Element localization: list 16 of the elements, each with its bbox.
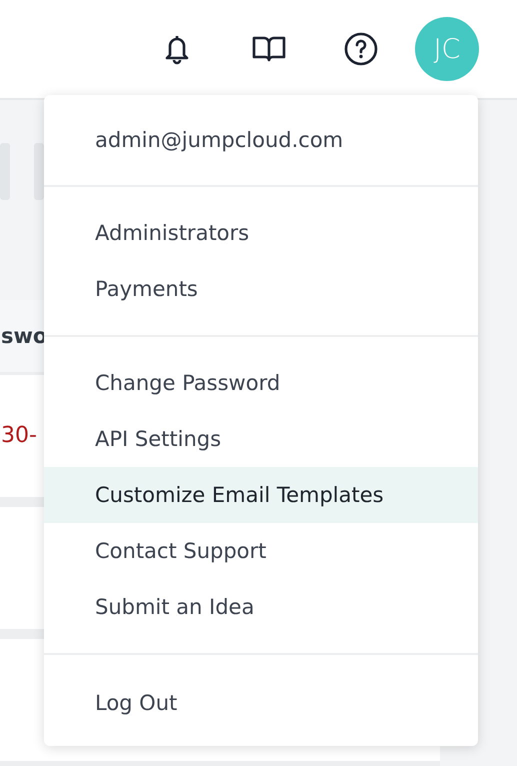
menu-item[interactable]: Administrators xyxy=(44,205,478,261)
docs-button[interactable] xyxy=(252,35,286,63)
table-cell: 30- xyxy=(1,423,37,448)
help-button[interactable] xyxy=(344,32,378,66)
menu-item[interactable]: API Settings xyxy=(44,411,478,467)
menu-item[interactable]: Customize Email Templates xyxy=(44,467,478,523)
notifications-button[interactable] xyxy=(163,33,191,65)
menu-item[interactable]: Submit an Idea xyxy=(44,579,478,635)
menu-item[interactable]: Change Password xyxy=(44,355,478,411)
menu-item[interactable]: Log Out xyxy=(44,675,478,731)
book-icon xyxy=(252,35,286,63)
help-icon xyxy=(344,32,378,66)
bell-icon xyxy=(163,33,191,65)
user-email: admin@jumpcloud.com xyxy=(44,95,478,187)
menu-item[interactable]: Contact Support xyxy=(44,523,478,579)
menu-item[interactable]: Payments xyxy=(44,261,478,317)
